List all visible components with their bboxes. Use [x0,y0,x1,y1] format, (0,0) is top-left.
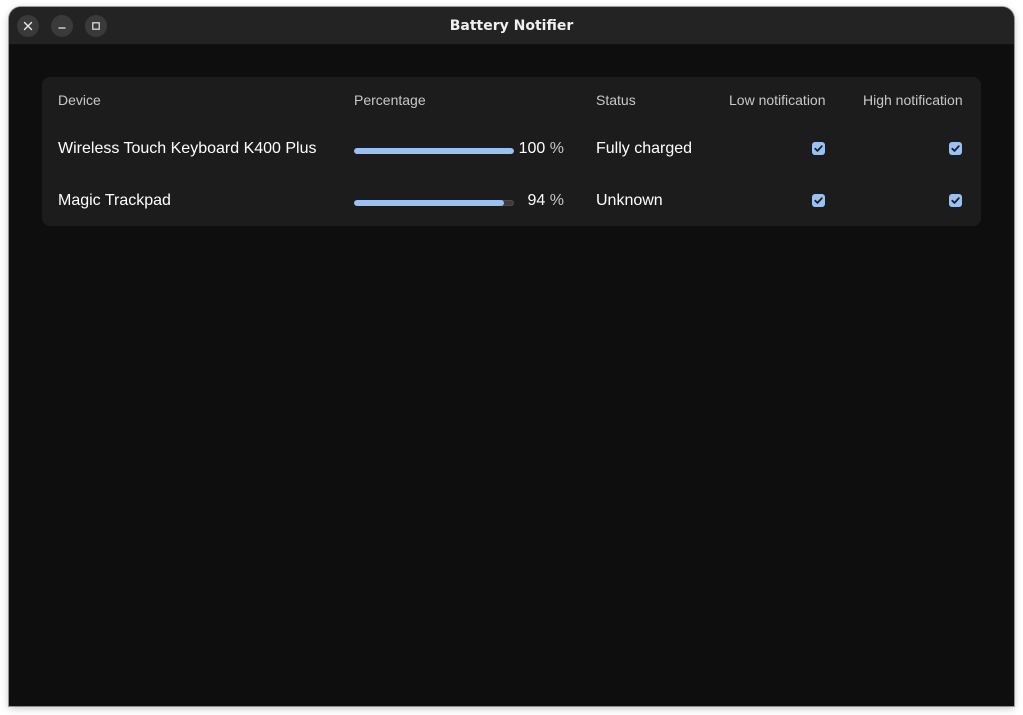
percentage-unit: % [549,192,564,209]
column-header-percentage[interactable]: Percentage [354,92,426,108]
column-header-low-notification[interactable]: Low notification [729,92,826,108]
low-notification-checkbox[interactable] [812,194,825,207]
titlebar[interactable]: Battery Notifier [9,7,1014,45]
checkmark-icon [951,145,960,152]
device-status: Fully charged [596,140,693,157]
column-header-device[interactable]: Device [58,92,101,108]
battery-percentage: 100 % [504,139,564,159]
device-table: Device Percentage Status Low notificatio… [42,77,981,226]
app-window: Battery Notifier Device Percentage Statu… [9,7,1014,706]
column-header-status[interactable]: Status [596,92,636,108]
window-title: Battery Notifier [449,18,574,34]
checkmark-icon [951,197,960,204]
high-notification-checkbox[interactable] [949,194,962,207]
column-header-high-notification[interactable]: High notification [863,92,963,108]
percentage-value: 94 [527,192,546,209]
device-name: Wireless Touch Keyboard K400 Plus [58,140,317,157]
percentage-value: 100 [518,140,546,157]
battery-level-bar [354,200,514,206]
checkmark-icon [814,145,823,152]
device-status: Unknown [596,192,663,209]
battery-percentage: 94 % [504,191,564,211]
low-notification-checkbox[interactable] [812,142,825,155]
percentage-unit: % [549,140,564,157]
battery-level-fill [354,148,514,154]
device-name: Magic Trackpad [58,192,171,209]
checkmark-icon [814,197,823,204]
battery-level-fill [354,200,505,206]
battery-level-bar [354,148,514,154]
high-notification-checkbox[interactable] [949,142,962,155]
